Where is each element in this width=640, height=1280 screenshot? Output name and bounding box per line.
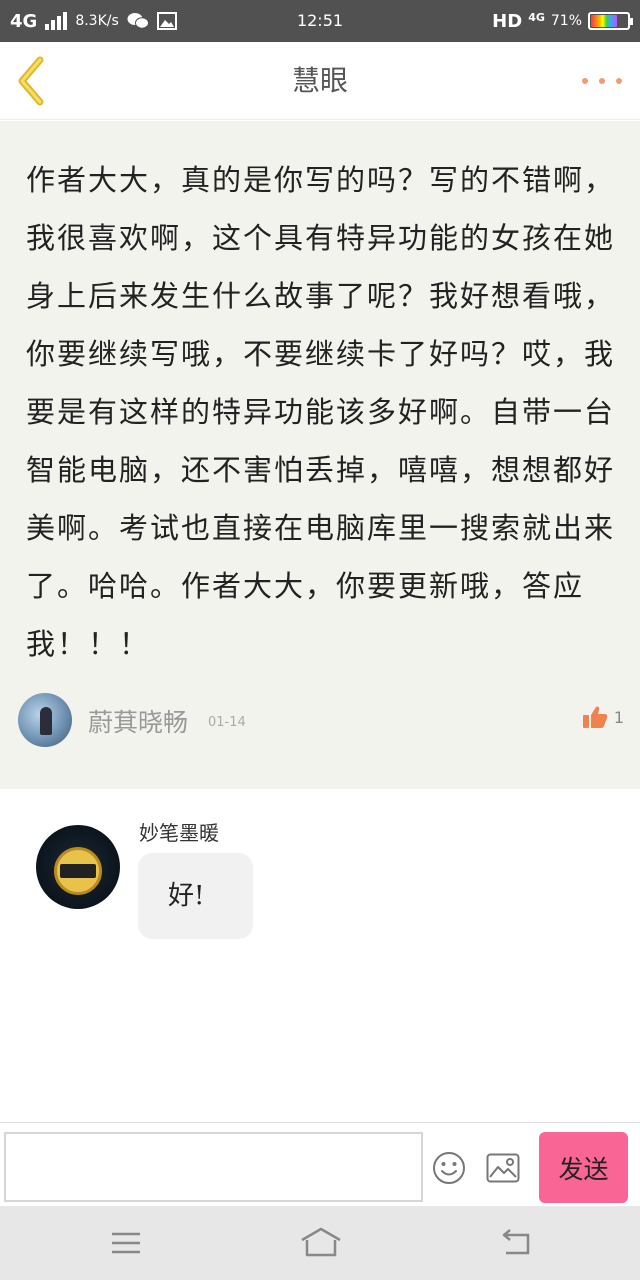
status-right: HD 4G 71%: [492, 0, 633, 42]
header: 慧眼: [0, 42, 640, 120]
author-row: 蔚萁晓畅 01-14 1: [18, 693, 624, 749]
post-date: 01-14: [208, 715, 246, 730]
page-title: 慧眼: [291, 64, 348, 97]
reply-list: 妙笔墨暖 好!: [0, 789, 640, 1122]
image-button[interactable]: [486, 1153, 520, 1183]
status-bar: 4G 8.3K/s 12:51 HD 4G 71%: [0, 0, 640, 42]
reply-author-name[interactable]: 妙笔墨暖: [139, 817, 219, 846]
author-name[interactable]: 蔚萁晓畅: [88, 703, 188, 739]
image-icon: [486, 1153, 520, 1183]
post-card: 作者大大，真的是你写的吗？写的不错啊，我很喜欢啊，这个具有特异功能的女孩在她身上…: [0, 121, 640, 789]
return-icon: [502, 1229, 530, 1255]
smiley-icon: [433, 1152, 465, 1184]
system-nav-bar: [0, 1206, 640, 1280]
more-dot-icon: [599, 78, 605, 84]
more-dot-icon: [616, 78, 622, 84]
reply-bubble: 好!: [138, 853, 253, 939]
home-button[interactable]: [298, 1226, 344, 1260]
menu-icon: [112, 1232, 140, 1254]
avatar[interactable]: [18, 693, 72, 747]
comment-input[interactable]: [4, 1132, 423, 1202]
more-button[interactable]: [582, 66, 622, 96]
badge-icon: [54, 847, 102, 895]
thumbs-up-icon: [582, 706, 608, 728]
back-nav-button[interactable]: [496, 1226, 536, 1260]
emoji-button[interactable]: [432, 1151, 466, 1185]
like-count: 1: [613, 707, 624, 727]
send-button[interactable]: 发送: [539, 1132, 628, 1203]
battery-icon: [588, 12, 633, 30]
like-button[interactable]: 1: [582, 705, 624, 729]
more-dot-icon: [582, 78, 588, 84]
avatar[interactable]: [36, 825, 120, 909]
home-icon: [301, 1227, 341, 1257]
hd-indicator: HD: [492, 10, 523, 32]
battery-percent: 71%: [550, 13, 582, 29]
input-bar: 发送: [0, 1122, 640, 1206]
signal-type: 4G: [528, 10, 545, 24]
menu-button[interactable]: [106, 1226, 146, 1260]
post-text: 作者大大，真的是你写的吗？写的不错啊，我很喜欢啊，这个具有特异功能的女孩在她身上…: [26, 163, 616, 661]
